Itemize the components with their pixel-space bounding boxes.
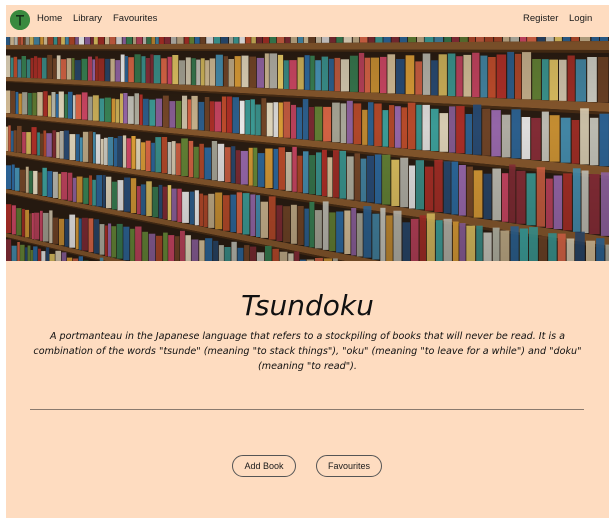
description-text: A portmanteau in the Japanese language t…: [33, 331, 582, 372]
divider: [30, 409, 584, 410]
bookshelf-illustration: [6, 37, 609, 261]
page-title: Tsundoku: [241, 289, 374, 322]
logo-letter-icon: [10, 10, 30, 30]
hero-image: [6, 37, 609, 261]
add-book-button[interactable]: Add Book: [232, 455, 296, 477]
logo-icon[interactable]: [10, 10, 30, 30]
page: Home Library Favourites Register Login T…: [6, 5, 609, 518]
nav-link-login[interactable]: Login: [569, 13, 592, 25]
favourites-button[interactable]: Favourites: [316, 455, 382, 477]
nav-link-library[interactable]: Library: [73, 13, 102, 25]
nav-link-home[interactable]: Home: [37, 13, 62, 25]
navbar: Home Library Favourites Register Login: [6, 5, 609, 37]
nav-link-favourites[interactable]: Favourites: [113, 13, 157, 25]
nav-link-register[interactable]: Register: [523, 13, 558, 25]
